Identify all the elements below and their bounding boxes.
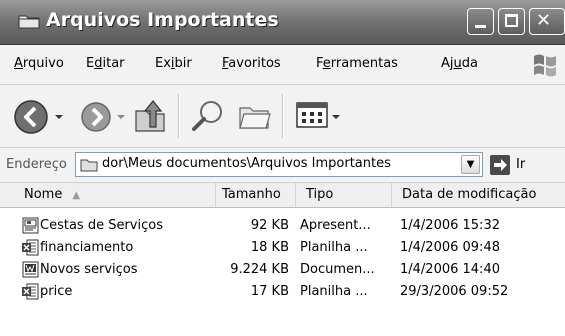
menu-exibir[interactable]: Exibir [155,56,192,71]
folders-icon[interactable] [236,98,274,134]
column-header-type[interactable]: Tipo [296,183,392,207]
menu-bar: Arquivo Editar Exibir Favoritos Ferramen… [0,45,565,85]
file-size: 9.224 KB [230,262,289,277]
folder-icon [80,159,98,172]
toolbar-separator [282,94,284,138]
column-header-size[interactable]: Tamanho [216,183,296,207]
back-icon[interactable] [12,98,50,136]
windows-logo-icon [534,54,556,77]
window-title: Arquivos Importantes [46,9,279,31]
toolbar-separator [178,94,180,138]
column-header-row: Nome ▲ Tamanho Tipo Data de modificação [0,183,565,208]
file-type: Documen... [300,262,375,277]
maximize-button[interactable] [498,8,525,35]
file-size: 17 KB [250,284,289,299]
up-folder-icon[interactable] [132,97,168,135]
file-size: 92 KB [250,218,289,233]
address-path: dor\Meus documentos\Arquivos Importantes [102,156,391,171]
search-icon[interactable] [190,98,226,134]
table-row[interactable]: Novos serviços 9.224 KB Documen... 1/4/2… [0,259,565,281]
menu-ajuda[interactable]: Ajuda [441,56,478,71]
title-bar[interactable]: Arquivos Importantes ✕ [0,0,565,45]
table-row[interactable]: Cestas de Serviços 92 KB Apresent... 1/4… [0,215,565,237]
file-type: Planilha ... [300,284,368,299]
file-name: financiamento [40,240,134,255]
menu-arquivo[interactable]: Arquivo [14,56,64,71]
file-modified: 1/4/2006 15:32 [400,218,500,233]
close-icon: ✕ [536,10,552,31]
close-button[interactable]: ✕ [529,8,565,35]
column-header-modified[interactable]: Data de modificação [392,183,565,207]
file-size: 18 KB [250,240,289,255]
sort-ascending-icon: ▲ [72,190,81,201]
file-type: Apresent... [300,218,371,233]
views-icon[interactable] [295,100,329,130]
file-modified: 1/4/2006 14:40 [400,262,500,277]
powerpoint-file-icon [22,217,39,234]
word-file-icon [22,261,39,278]
column-header-name[interactable]: Nome ▲ [0,183,216,207]
chevron-down-icon[interactable]: ▼ [461,155,480,174]
minimize-button[interactable] [467,8,494,35]
address-input[interactable]: dor\Meus documentos\Arquivos Importantes… [75,152,483,177]
address-label: Endereço [6,157,67,172]
file-modified: 1/4/2006 09:48 [400,240,500,255]
file-modified: 29/3/2006 09:52 [400,284,509,299]
menu-editar[interactable]: Editar [86,56,125,71]
forward-dropdown-icon[interactable] [116,112,126,122]
minimize-icon [475,25,486,28]
back-dropdown-icon[interactable] [54,112,64,122]
menu-favoritos[interactable]: Favoritos [222,56,281,71]
explorer-window: Arquivos Importantes ✕ Arquivo Editar Ex… [0,0,565,336]
views-dropdown-icon[interactable] [331,112,341,122]
file-name: price [40,284,73,299]
menu-ferramentas[interactable]: Ferramentas [316,56,398,71]
file-name: Novos serviços [40,262,138,277]
address-bar: Endereço dor\Meus documentos\Arquivos Im… [0,148,565,183]
file-list: Nome ▲ Tamanho Tipo Data de modificação C… [0,183,565,336]
maximize-icon [505,14,518,27]
go-arrow-icon[interactable] [490,155,510,175]
forward-icon[interactable] [79,100,113,134]
go-button-label[interactable]: Ir [516,157,525,172]
excel-file-icon [22,283,39,300]
table-row[interactable]: financiamento 18 KB Planilha ... 1/4/200… [0,237,565,259]
file-type: Planilha ... [300,240,368,255]
folder-icon [18,15,40,29]
toolbar [0,85,565,148]
table-row[interactable]: price 17 KB Planilha ... 29/3/2006 09:52 [0,281,565,303]
file-name: Cestas de Serviços [40,218,163,233]
excel-file-icon [22,239,39,256]
